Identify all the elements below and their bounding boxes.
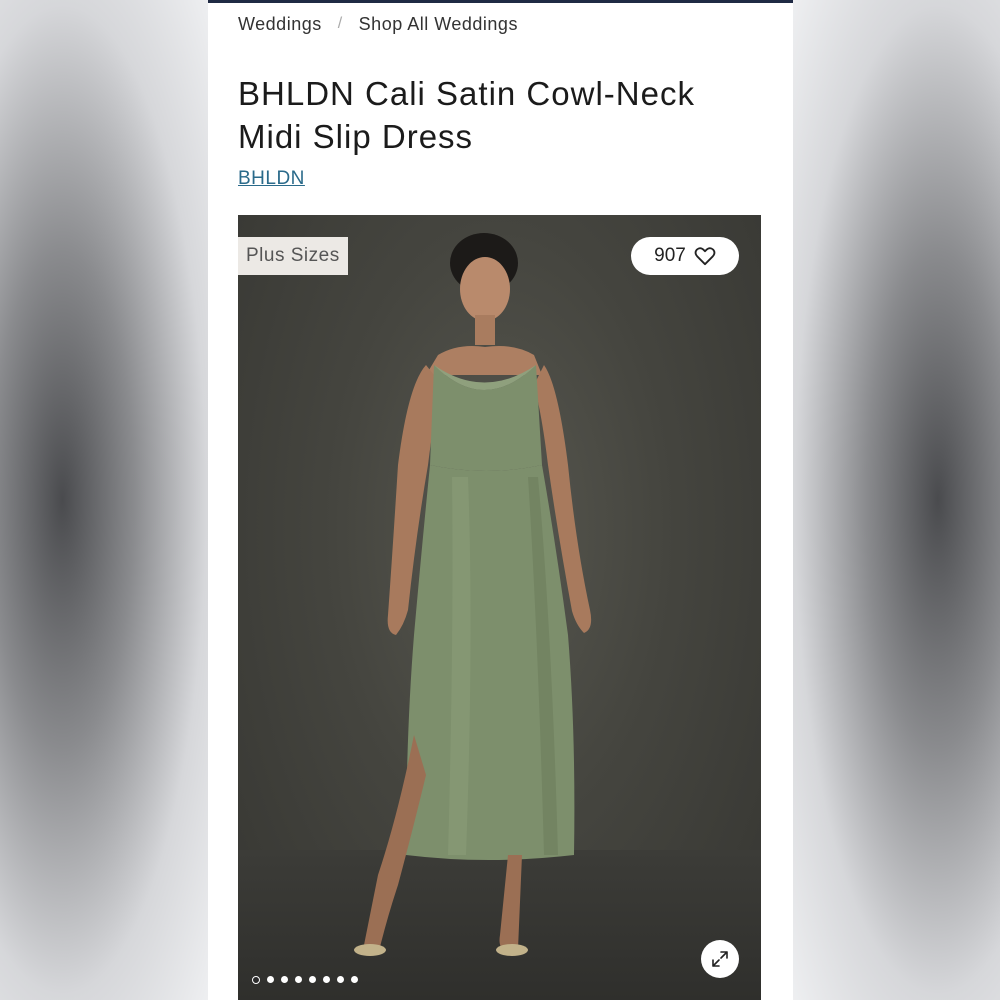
like-button[interactable]: 907 <box>631 237 739 275</box>
breadcrumb-weddings[interactable]: Weddings <box>238 14 322 35</box>
gallery-dot[interactable] <box>281 976 288 983</box>
gallery-dot[interactable] <box>295 976 302 983</box>
plus-sizes-badge: Plus Sizes <box>238 237 348 275</box>
gallery-dot[interactable] <box>252 976 260 984</box>
blurred-backdrop-left <box>0 0 208 1000</box>
breadcrumb: Weddings / Shop All Weddings <box>238 12 518 36</box>
brand-link[interactable]: BHLDN <box>238 168 305 190</box>
product-title: BHLDN Cali Satin Cowl-Neck Midi Slip Dre… <box>238 75 695 155</box>
gallery-dot[interactable] <box>323 976 330 983</box>
breadcrumb-separator: / <box>337 15 343 32</box>
expand-arrows-icon <box>712 951 728 967</box>
gallery-dot[interactable] <box>337 976 344 983</box>
product-page: Weddings / Shop All Weddings BHLDN Cali … <box>208 0 793 1000</box>
gallery-pagination <box>252 976 358 984</box>
model-photo <box>354 233 592 956</box>
gallery-dot[interactable] <box>309 976 316 983</box>
gallery-dot[interactable] <box>267 976 274 983</box>
blurred-backdrop-right <box>793 0 1000 1000</box>
product-image[interactable]: Plus Sizes 907 <box>238 215 761 1000</box>
breadcrumb-shop-all-weddings[interactable]: Shop All Weddings <box>359 14 518 35</box>
expand-image-button[interactable] <box>701 940 739 978</box>
gallery-dot[interactable] <box>351 976 358 983</box>
header-bar <box>208 0 793 3</box>
like-count: 907 <box>654 245 686 266</box>
heart-outline-icon <box>694 247 716 266</box>
